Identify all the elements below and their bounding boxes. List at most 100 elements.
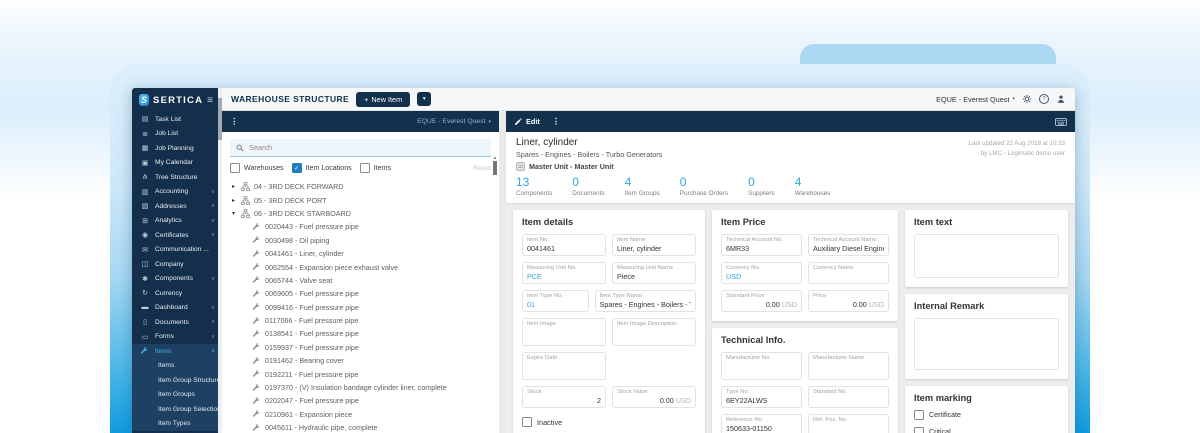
sidebar-subitem-item-group-selection[interactable]: Item Group Selection [132,402,222,417]
sidebar-subitem-item-groups[interactable]: Item Groups [132,388,222,403]
vessel-selector[interactable]: EQUE - Everest Quest ▾ [936,95,1015,104]
field-manufacturer-name[interactable]: Manufacturer Name [808,352,889,380]
filter-item-locations[interactable]: ✓Item Locations [292,163,352,173]
stat-components[interactable]: 13Components [516,175,552,197]
field-item-type-no[interactable]: Item Type No.01 [522,290,589,312]
sidebar-subitem-items[interactable]: Items [132,359,222,374]
tree-location-node[interactable]: ▾06 - 3RD DECK STARBOARD [230,207,499,220]
field-currency-no[interactable]: Currency No.USD [721,262,802,284]
sidebar-item-company[interactable]: ◫Company [132,257,222,272]
field-price[interactable]: Price0.00USD [808,290,889,312]
tree-item-node[interactable]: 0210961 - Expansion piece [230,408,499,421]
field-measuring-unit-name[interactable]: Measuring Unit NamePiece [612,262,696,284]
sidebar-item-documents[interactable]: ▯Documents∨ [132,315,222,330]
field-item-type-name[interactable]: Item Type NameSpares - Engines - Boilers… [595,290,696,312]
field-type-no[interactable]: Type No.6EY22ALWS [721,386,802,408]
tree-item-node[interactable]: 0202047 - Fuel pressure pipe [230,394,499,407]
tree-location-node[interactable]: ▸04 - 3RD DECK FORWARD [230,180,499,193]
sidebar-item-job-list[interactable]: ≣Job List [132,127,222,142]
help-icon[interactable]: ? [1039,94,1049,104]
sidebar-item-dashboard[interactable]: ▬Dashboard∨ [132,301,222,316]
sidebar-item-analytics[interactable]: ⊞Analytics∨ [132,214,222,229]
field-stock[interactable]: Stock2 [522,386,606,408]
tree-item-node[interactable]: 0117066 - Fuel pressure pipe [230,314,499,327]
sidebar-item-communication[interactable]: ✉Communication ... [132,243,222,258]
scroll-up-icon[interactable]: ▲ [493,155,497,160]
stat-warehouses[interactable]: 4Warehouses [795,175,831,197]
tree-location-node[interactable]: ▸05 - 3RD DECK PORT [230,193,499,206]
tree-item-node[interactable]: 0062554 - Expansion piece exhaust valve [230,260,499,273]
gear-icon[interactable] [1022,94,1032,104]
sidebar-item-tree-structure[interactable]: ⋔Tree Structure [132,170,222,185]
filter-items[interactable]: Items [360,163,391,173]
reset-link[interactable]: Reset [473,165,491,172]
field-ref-pos-no[interactable]: Ref. Pos. No. [808,414,889,433]
tree-item-node[interactable]: 0020443 - Fuel pressure pipe [230,220,499,233]
sidebar-item-certificates[interactable]: ◉Certificates∨ [132,228,222,243]
sidebar-item-currency[interactable]: ↻Currency [132,286,222,301]
edit-button[interactable]: Edit [514,117,540,126]
sidebar-item-job-planning[interactable]: ▦Job Planning [132,141,222,156]
tree-vessel-selector[interactable]: EQUE - Everest Quest ▾ [417,118,491,125]
stat-item-groups[interactable]: 4Item Groups [625,175,660,197]
field-reference-no[interactable]: Reference No.150633-01150 [721,414,802,433]
sidebar-item-accounting[interactable]: ▥Accounting∨ [132,185,222,200]
item-text-textarea[interactable] [914,234,1059,278]
new-item-dropdown-button[interactable]: ▾ [417,92,431,106]
field-standard-price[interactable]: Standard Price0.00USD [721,290,802,312]
stat-purchase-orders[interactable]: 0Purchase Orders [680,175,728,197]
hamburger-icon[interactable]: ≡ [207,95,213,106]
tree-item-node[interactable]: 0041461 - Liner, cylinder [230,247,499,260]
tree-item-node[interactable]: 0065744 - Valve seat [230,274,499,287]
sidebar-item-forms[interactable]: ▭Forms∨ [132,330,222,345]
tree-item-node[interactable]: 0192211 - Fuel pressure pipe [230,367,499,380]
internal-remark-textarea[interactable] [914,318,1059,370]
field-stock-value[interactable]: Stock Value0.00USD [612,386,696,408]
tree-scrollbar[interactable]: ▲ [492,155,498,175]
tree-scrollbar-thumb[interactable] [493,161,497,175]
field-item-name[interactable]: Item NameLiner, cylinder [612,234,696,256]
new-item-button[interactable]: + New Item [356,92,410,107]
field-technical-account-no[interactable]: Technical Account No.6MR33 [721,234,802,256]
tree-item-node[interactable]: 0030498 - Oil piping [230,234,499,247]
filter-checkbox-item-locations[interactable]: ✓ [292,163,302,173]
search-input[interactable]: Search [230,139,491,157]
field-standard-no[interactable]: Standard No. [808,386,889,408]
sidebar-subitem-item-group-structure[interactable]: Item Group Structure [132,373,222,388]
stat-documents[interactable]: 0Documents [572,175,604,197]
field-manufacturer-no[interactable]: Manufacturer No. [721,352,802,380]
inactive-checkbox[interactable] [522,417,532,427]
marking-checkbox-certificate[interactable] [914,410,924,420]
tree-item-node[interactable]: 0138541 - Fuel pressure pipe [230,327,499,340]
tree-item-node[interactable]: 0197370 - (V) Insulation bandage cylinde… [230,381,499,394]
marking-checkbox-critical[interactable] [914,427,924,433]
tree-item-node[interactable]: 0191462 - Bearing cover [230,354,499,367]
field-technical-account-name[interactable]: Technical Account NameAuxiliary Diesel E… [808,234,889,256]
keyboard-shortcuts-icon[interactable] [1055,118,1067,126]
sidebar-item-components[interactable]: ✱Components∨ [132,272,222,287]
field-measuring-unit-no[interactable]: Measuring Unit No.PCE [522,262,606,284]
caret-collapsed-icon[interactable]: ▸ [230,197,237,204]
more-options-icon[interactable]: ⋮ [552,116,561,127]
field-item-image[interactable]: Item Image [522,318,606,346]
tree-item-node[interactable]: 0159937 - Fuel pressure pipe [230,341,499,354]
filter-warehouses[interactable]: Warehouses [230,163,284,173]
sidebar-item-task-list[interactable]: ▤Task List [132,112,222,127]
field-expire-date[interactable]: Expire Date [522,352,606,380]
sidebar-item-addresses[interactable]: ▧Addresses∨ [132,199,222,214]
marking-certificate[interactable]: Certificate [914,410,1059,420]
panel-menu-icon[interactable]: ⋮ [230,116,239,127]
tree-item-node[interactable]: 0069605 - Fuel pressure pipe [230,287,499,300]
filter-checkbox-warehouses[interactable] [230,163,240,173]
user-icon[interactable] [1056,94,1066,104]
field-currency-name[interactable]: Currency Name [808,262,889,284]
marking-critical[interactable]: Critical [914,427,1059,433]
caret-expanded-icon[interactable]: ▾ [230,210,237,217]
filter-checkbox-items[interactable] [360,163,370,173]
caret-collapsed-icon[interactable]: ▸ [230,183,237,190]
stat-suppliers[interactable]: 0Suppliers [748,175,775,197]
tree-item-node[interactable]: 0099416 - Fuel pressure pipe [230,301,499,314]
field-item-no[interactable]: Item No.0041461 [522,234,606,256]
sidebar-item-items[interactable]: Items∧ [132,344,222,359]
sidebar-item-my-calendar[interactable]: ▣My Calendar [132,156,222,171]
